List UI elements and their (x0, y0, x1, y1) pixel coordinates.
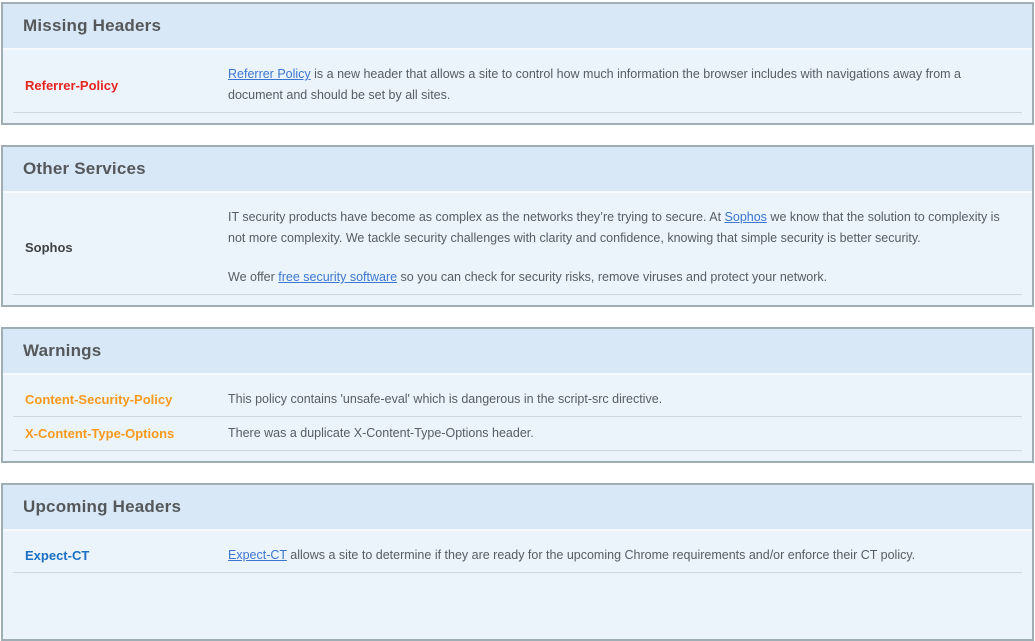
description-paragraph: This policy contains 'unsafe-eval' which… (228, 389, 1008, 410)
section-missing-headers: Missing Headers Referrer-PolicyReferrer P… (1, 2, 1034, 125)
section-upcoming-headers: Upcoming Headers Expect-CTExpect-CT allow… (1, 483, 1034, 641)
section-title: Missing Headers (23, 16, 1012, 36)
header-name-label: X-Content-Type-Options (13, 417, 228, 450)
header-row-content-security-policy: Content-Security-PolicyThis policy conta… (13, 383, 1022, 417)
link-referrer-policy[interactable]: Referrer Policy (228, 67, 311, 81)
header-name-label: Sophos (13, 201, 228, 294)
link-free-security-software[interactable]: free security software (278, 270, 397, 284)
header-description: IT security products have become as comp… (228, 201, 1022, 294)
description-paragraph: We offer free security software so you c… (228, 267, 1008, 288)
description-paragraph: Expect-CT allows a site to determine if … (228, 545, 1008, 566)
sections-root: Missing Headers Referrer-PolicyReferrer P… (0, 2, 1035, 641)
section-warnings: Warnings Content-Security-PolicyThis poli… (1, 327, 1034, 463)
description-paragraph: There was a duplicate X-Content-Type-Opt… (228, 423, 1008, 444)
section-title: Warnings (23, 341, 1012, 361)
section-header-warnings: Warnings (3, 329, 1032, 375)
header-row-x-content-type-options: X-Content-Type-OptionsThere was a duplic… (13, 417, 1022, 451)
link-sophos[interactable]: Sophos (725, 210, 767, 224)
header-name-label: Referrer-Policy (13, 58, 228, 112)
header-description: Referrer Policy is a new header that all… (228, 58, 1022, 112)
section-header-other-services: Other Services (3, 147, 1032, 193)
link-expect-ct[interactable]: Expect-CT (228, 548, 287, 562)
section-other-services: Other Services SophosIT security products… (1, 145, 1034, 307)
report-panels-container: Missing Headers Referrer-PolicyReferrer P… (0, 0, 1035, 641)
section-body-upcoming-headers: Expect-CTExpect-CT allows a site to dete… (3, 531, 1032, 639)
header-row-referrer-policy: Referrer-PolicyReferrer Policy is a new … (13, 58, 1022, 113)
section-body-missing-headers: Referrer-PolicyReferrer Policy is a new … (3, 50, 1032, 123)
description-paragraph: IT security products have become as comp… (228, 207, 1008, 249)
header-row-expect-ct: Expect-CTExpect-CT allows a site to dete… (13, 539, 1022, 573)
header-name-label: Expect-CT (13, 539, 228, 572)
section-body-warnings: Content-Security-PolicyThis policy conta… (3, 375, 1032, 461)
header-row-sophos: SophosIT security products have become a… (13, 201, 1022, 295)
header-description: There was a duplicate X-Content-Type-Opt… (228, 417, 1022, 450)
header-name-label: Content-Security-Policy (13, 383, 228, 416)
section-title: Other Services (23, 159, 1012, 179)
section-header-upcoming-headers: Upcoming Headers (3, 485, 1032, 531)
security-headers-report-page: { "colors": { "panel_border": "#9fadb4",… (0, 0, 1035, 598)
header-description: Expect-CT allows a site to determine if … (228, 539, 1022, 572)
section-body-other-services: SophosIT security products have become a… (3, 193, 1032, 305)
section-header-missing-headers: Missing Headers (3, 4, 1032, 50)
description-paragraph: Referrer Policy is a new header that all… (228, 64, 1008, 106)
section-title: Upcoming Headers (23, 497, 1012, 517)
header-description: This policy contains 'unsafe-eval' which… (228, 383, 1022, 416)
